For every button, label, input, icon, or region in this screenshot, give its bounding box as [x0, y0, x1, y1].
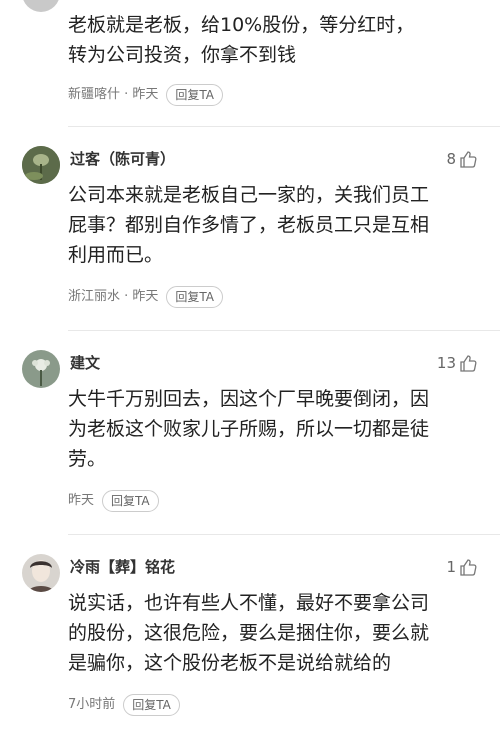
comment-text: 大牛千万别回去，因这个厂早晚要倒闭，因 为老板这个败家儿子所赐，所以一切都是徒 …	[68, 388, 430, 470]
location-time: 浙江丽水 · 昨天	[68, 289, 159, 304]
like-count: 1	[446, 558, 456, 576]
comment-text: 老板就是老板，给10%股份，等分红时， 转为公司投资，你拿不到钱	[68, 14, 415, 66]
comment-meta: 7小时前 回复TA	[68, 694, 180, 716]
like-button[interactable]: 13	[437, 353, 478, 373]
reply-button[interactable]: 回复TA	[123, 694, 180, 716]
like-count: 13	[436, 354, 456, 372]
location-time: 7小时前	[68, 697, 116, 712]
divider	[68, 534, 500, 535]
comment-meta: 新疆喀什 · 昨天 回复TA	[68, 84, 224, 106]
thumbs-up-icon	[460, 355, 477, 372]
reply-button[interactable]: 回复TA	[166, 84, 224, 106]
avatar[interactable]	[22, 0, 60, 12]
divider	[68, 126, 500, 127]
comment-meta: 浙江丽水 · 昨天 回复TA	[68, 286, 224, 308]
comment-text: 公司本来就是老板自己一家的，关我们员工 屁事？都别自作多情了，老板员工只是互相 …	[68, 184, 430, 266]
comment-text: 说实话，也许有些人不懂，最好不要拿公司 的股份，这很危险，要么是捆住你，要么就 …	[68, 592, 430, 674]
thumbs-up-icon	[460, 151, 477, 168]
avatar[interactable]	[22, 554, 60, 592]
thumbs-up-icon	[460, 559, 477, 576]
avatar[interactable]	[22, 146, 60, 184]
avatar-lotus-image	[22, 146, 60, 184]
comment-meta: 昨天 回复TA	[68, 490, 159, 512]
reply-button[interactable]: 回复TA	[166, 286, 224, 308]
reply-button[interactable]: 回复TA	[102, 490, 159, 512]
avatar-flower-image	[22, 350, 60, 388]
divider	[68, 330, 500, 331]
like-count: 8	[446, 150, 456, 168]
avatar-portrait-image	[22, 554, 60, 592]
avatar[interactable]	[22, 350, 60, 388]
username[interactable]: 建文	[70, 353, 100, 373]
location-time: 昨天	[68, 493, 95, 508]
location-time: 新疆喀什 · 昨天	[68, 87, 159, 102]
like-button[interactable]: 8	[446, 149, 478, 169]
username[interactable]: 过客（陈可青）	[70, 149, 175, 169]
username[interactable]: 冷雨【葬】铭花	[70, 557, 175, 577]
like-button[interactable]: 1	[446, 557, 478, 577]
